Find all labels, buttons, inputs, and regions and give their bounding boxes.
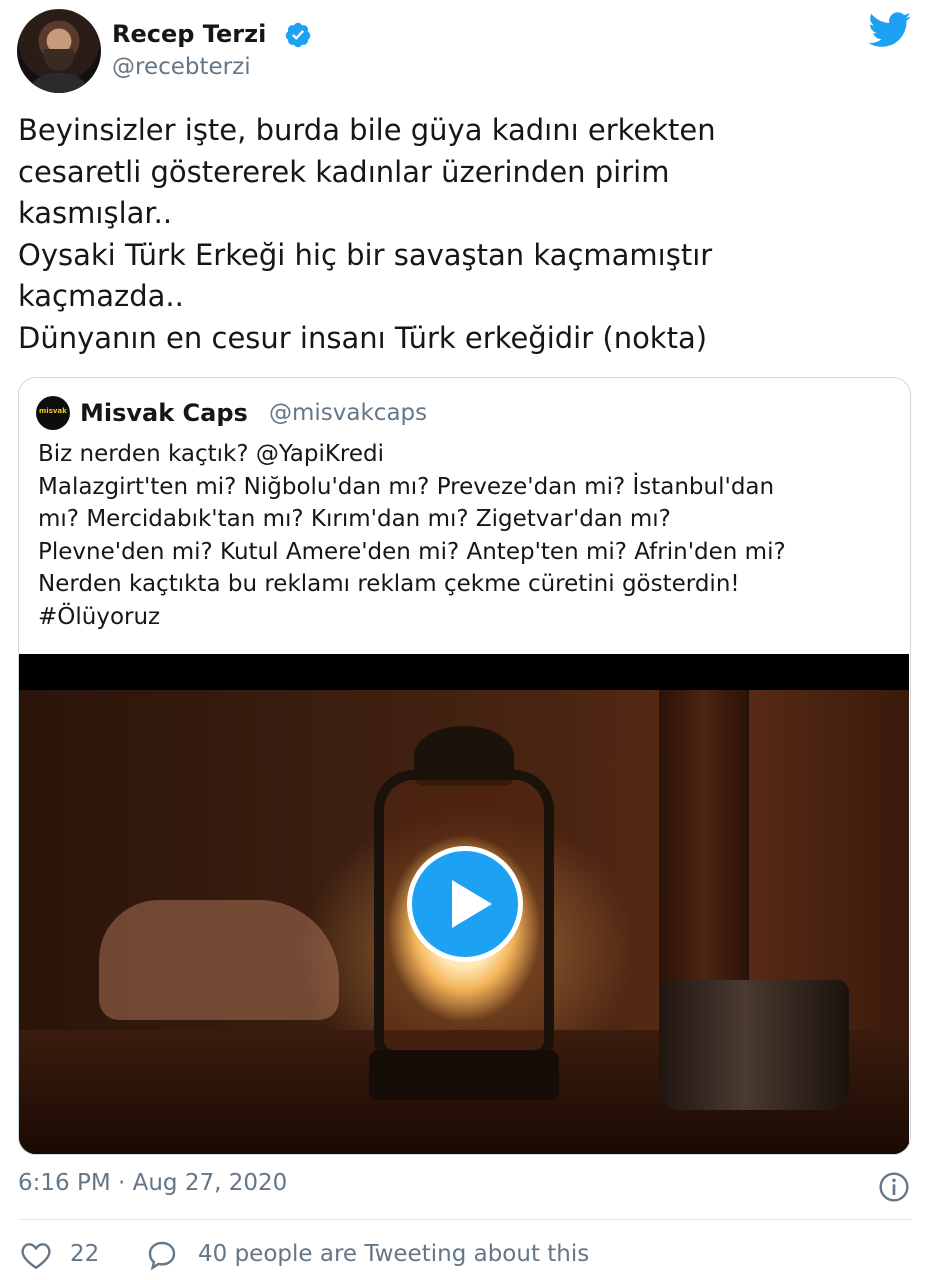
heart-icon[interactable] (20, 1240, 52, 1270)
quoted-text-line: Biz nerden kaçtık? @YapiKredi (38, 441, 385, 467)
speech-bubble-icon[interactable] (146, 1239, 178, 1271)
tweet-card: Recep Terzi @recebterzi Beyinsizler işte… (0, 0, 929, 1280)
quoted-avatar[interactable]: misvak caps (36, 396, 70, 430)
author-display-name[interactable]: Recep Terzi (112, 20, 266, 48)
tweet-text-line: kaçmazda.. (18, 279, 184, 313)
divider (18, 1219, 911, 1220)
quoted-display-name[interactable]: Misvak Caps (80, 399, 248, 427)
quoted-text: Biz nerden kaçtık? @YapiKredi Malazgirt'… (38, 438, 908, 634)
video-player[interactable] (19, 654, 909, 1154)
twitter-bird-icon[interactable] (868, 12, 912, 48)
info-icon[interactable] (878, 1171, 910, 1203)
play-icon (452, 880, 492, 928)
avatar[interactable] (17, 9, 101, 93)
play-button[interactable] (407, 846, 523, 962)
tweet-text-line: Dünyanın en cesur insanı Türk erkeğidir … (18, 320, 708, 355)
tweet-text: Beyinsizler işte, burda bile güya kadını… (18, 110, 913, 359)
quoted-text-line: #Ölüyoruz (38, 603, 161, 630)
quoted-text-line: mı? Mercidabık'tan mı? Kırım'dan mı? Zig… (38, 506, 671, 533)
quoted-text-line: Plevne'den mi? Kutul Amere'den mi? Antep… (38, 538, 786, 565)
timestamp[interactable]: 6:16 PM · Aug 27, 2020 (18, 1170, 287, 1196)
verified-icon (285, 22, 311, 48)
quoted-handle[interactable]: @misvakcaps (269, 400, 427, 426)
tweet-text-line: kasmışlar.. (18, 196, 173, 230)
quoted-tweet[interactable]: misvak caps Misvak Caps @misvakcaps Biz … (18, 377, 911, 1155)
quoted-text-line: Malazgirt'ten mi? Niğbolu'dan mı? Prevez… (38, 473, 775, 500)
cup-shape (659, 980, 849, 1110)
tweet-text-line: cesaretli göstererek kadınlar üzerinden … (18, 154, 670, 189)
like-count[interactable]: 22 (70, 1241, 99, 1267)
tweet-text-line: Beyinsizler işte, burda bile güya kadını… (18, 113, 716, 147)
quoted-avatar-logo: misvak caps (39, 407, 70, 415)
tweet-text-line: Oysaki Türk Erkeği hiç bir savaştan kaçm… (18, 237, 713, 272)
quoted-text-line: Nerden kaçtıkta bu reklamı reklam çekme … (38, 571, 740, 598)
author-handle[interactable]: @recebterzi (112, 54, 251, 80)
engagement-link[interactable]: 40 people are Tweeting about this (198, 1241, 589, 1267)
